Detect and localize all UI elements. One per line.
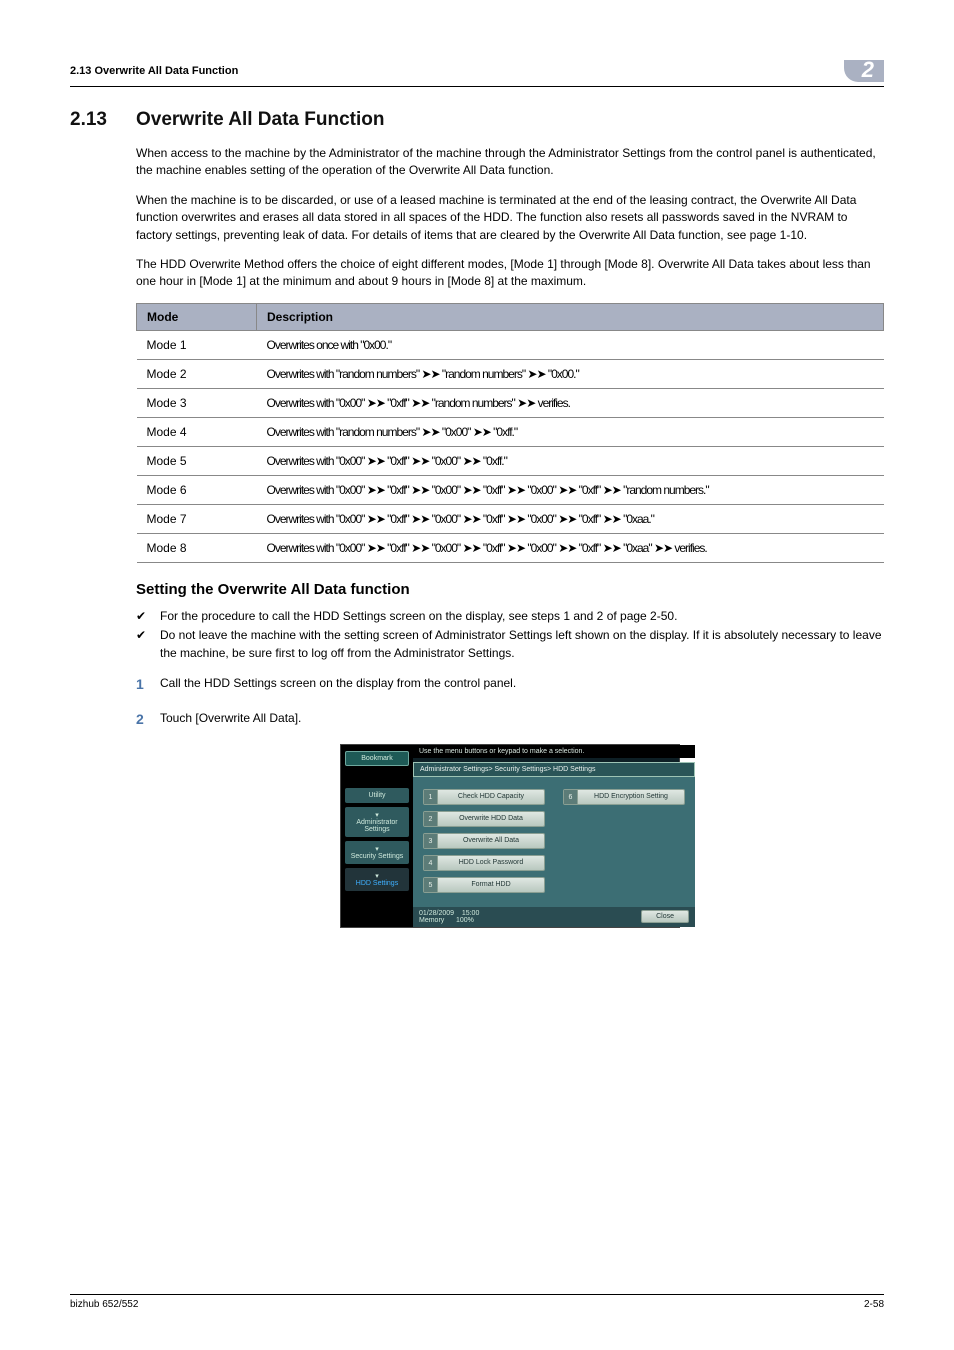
btn-label: Format HDD [438, 881, 544, 888]
table-row: Mode 6Overwrites with "0x00" ➤➤ "0xff" ➤… [137, 475, 884, 504]
running-header: 2.13 Overwrite All Data Function 2 [70, 60, 884, 87]
table-row: Mode 5Overwrites with "0x00" ➤➤ "0xff" ➤… [137, 446, 884, 475]
instruction-bar: Use the menu buttons or keypad to make a… [413, 745, 695, 758]
footer-memory-value: 100% [456, 917, 474, 924]
desc-cell: Overwrites with "random numbers" ➤➤ "ran… [257, 359, 884, 388]
mode-cell: Mode 2 [137, 359, 257, 388]
paragraph-3: The HDD Overwrite Method offers the choi… [136, 256, 884, 291]
chevron-down-icon: ▾ [345, 845, 409, 853]
section-title: Overwrite All Data Function [136, 109, 384, 131]
footer-page-number: 2-58 [864, 1299, 884, 1310]
btn-overwrite-hdd-data[interactable]: 2Overwrite HDD Data [423, 811, 545, 827]
btn-format-hdd[interactable]: 5Format HDD [423, 877, 545, 893]
side-admin-settings[interactable]: ▾Administrator Settings [345, 807, 409, 837]
prereq-list: ✔ For the procedure to call the HDD Sett… [136, 608, 884, 662]
footer-product: bizhub 652/552 [70, 1299, 138, 1310]
step-number: 1 [136, 674, 160, 695]
table-row: Mode 3Overwrites with "0x00" ➤➤ "0xff" ➤… [137, 388, 884, 417]
mode-cell: Mode 4 [137, 417, 257, 446]
btn-label: Overwrite HDD Data [438, 815, 544, 822]
breadcrumb: Administrator Settings> Security Setting… [413, 762, 695, 777]
step-list: 1 Call the HDD Settings screen on the di… [136, 674, 884, 730]
bookmark-tab[interactable]: Bookmark [345, 751, 409, 766]
table-header-mode: Mode [137, 303, 257, 330]
btn-hdd-lock-password[interactable]: 4HDD Lock Password [423, 855, 545, 871]
section-heading: 2.13 Overwrite All Data Function [70, 109, 884, 131]
btn-index: 6 [564, 790, 578, 804]
desc-cell: Overwrites with "0x00" ➤➤ "0xff" ➤➤ "ran… [257, 388, 884, 417]
btn-hdd-encryption-setting[interactable]: 6HDD Encryption Setting [563, 789, 685, 805]
table-row: Mode 2Overwrites with "random numbers" ➤… [137, 359, 884, 388]
running-head-text: 2.13 Overwrite All Data Function [70, 65, 238, 77]
btn-index: 4 [424, 856, 438, 870]
table-row: Mode 7Overwrites with "0x00" ➤➤ "0xff" ➤… [137, 504, 884, 533]
btn-label: HDD Encryption Setting [578, 793, 684, 800]
btn-index: 5 [424, 878, 438, 892]
mode-cell: Mode 5 [137, 446, 257, 475]
desc-cell: Overwrites with "0x00" ➤➤ "0xff" ➤➤ "0x0… [257, 475, 884, 504]
chevron-down-icon: ▾ [345, 872, 409, 880]
prereq-item-2: Do not leave the machine with the settin… [160, 627, 884, 662]
table-row: Mode 1Overwrites once with "0x00." [137, 330, 884, 359]
chevron-down-icon: ▾ [345, 811, 409, 819]
btn-label: Check HDD Capacity [438, 793, 544, 800]
desc-cell: Overwrites with "0x00" ➤➤ "0xff" ➤➤ "0x0… [257, 504, 884, 533]
page-footer: bizhub 652/552 2-58 [70, 1294, 884, 1310]
mode-cell: Mode 3 [137, 388, 257, 417]
table-header-description: Description [257, 303, 884, 330]
mode-cell: Mode 1 [137, 330, 257, 359]
step-text-1: Call the HDD Settings screen on the disp… [160, 674, 516, 695]
btn-check-hdd-capacity[interactable]: 1Check HDD Capacity [423, 789, 545, 805]
check-icon: ✔ [136, 627, 160, 662]
section-number: 2.13 [70, 109, 136, 131]
modes-table: Mode Description Mode 1Overwrites once w… [136, 303, 884, 563]
chapter-number-badge: 2 [844, 60, 884, 82]
paragraph-2: When the machine is to be discarded, or … [136, 192, 884, 244]
desc-cell: Overwrites with "0x00" ➤➤ "0xff" ➤➤ "0x0… [257, 533, 884, 562]
desc-cell: Overwrites with "random numbers" ➤➤ "0x0… [257, 417, 884, 446]
side-utility[interactable]: Utility [345, 788, 409, 803]
btn-label: Overwrite All Data [438, 837, 544, 844]
footer-date: 01/28/2009 [419, 910, 454, 917]
footer-memory-label: Memory [419, 917, 444, 924]
prereq-item-1: For the procedure to call the HDD Settin… [160, 608, 677, 625]
sub-heading: Setting the Overwrite All Data function [136, 581, 884, 598]
desc-cell: Overwrites with "0x00" ➤➤ "0xff" ➤➤ "0x0… [257, 446, 884, 475]
paragraph-1: When access to the machine by the Admini… [136, 145, 884, 180]
step-number: 2 [136, 709, 160, 730]
embedded-device-screenshot: Bookmark Utility ▾Administrator Settings… [340, 744, 680, 928]
btn-overwrite-all-data[interactable]: 3Overwrite All Data [423, 833, 545, 849]
table-row: Mode 4Overwrites with "random numbers" ➤… [137, 417, 884, 446]
side-hdd-label: HDD Settings [356, 880, 398, 887]
table-row: Mode 8Overwrites with "0x00" ➤➤ "0xff" ➤… [137, 533, 884, 562]
side-admin-label: Administrator Settings [356, 819, 397, 833]
footer-time: 15:00 [462, 910, 480, 917]
side-security-settings[interactable]: ▾Security Settings [345, 841, 409, 864]
side-hdd-settings[interactable]: ▾HDD Settings [345, 868, 409, 891]
mode-cell: Mode 8 [137, 533, 257, 562]
step-text-2: Touch [Overwrite All Data]. [160, 709, 301, 730]
mode-cell: Mode 7 [137, 504, 257, 533]
side-security-label: Security Settings [351, 853, 404, 860]
btn-index: 3 [424, 834, 438, 848]
btn-index: 1 [424, 790, 438, 804]
btn-label: HDD Lock Password [438, 859, 544, 866]
mode-cell: Mode 6 [137, 475, 257, 504]
close-button[interactable]: Close [641, 910, 689, 923]
btn-index: 2 [424, 812, 438, 826]
desc-cell: Overwrites once with "0x00." [257, 330, 884, 359]
check-icon: ✔ [136, 608, 160, 625]
